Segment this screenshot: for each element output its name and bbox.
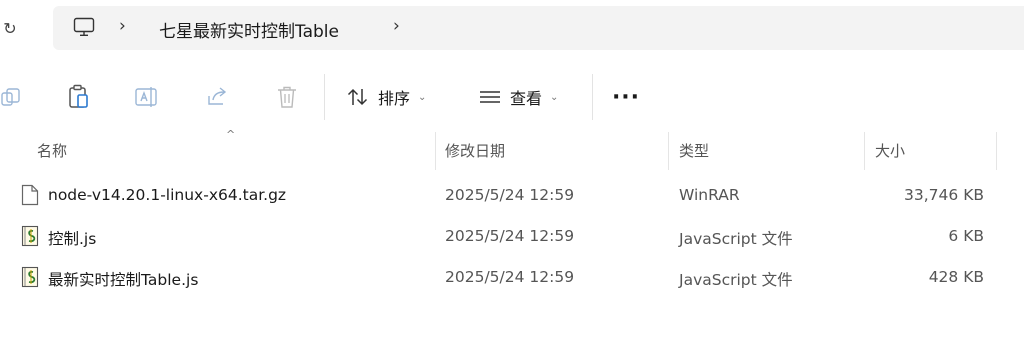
js-script-icon [21, 266, 39, 288]
column-header-date[interactable]: 修改日期 [445, 140, 505, 161]
copy-icon[interactable] [0, 79, 24, 115]
file-row[interactable]: 控制.js 2025/5/24 12:59 JavaScript 文件 6 KB [0, 217, 1024, 257]
chevron-down-icon: ⌄ [418, 91, 427, 103]
toolbar-divider [592, 74, 593, 120]
paste-icon[interactable] [64, 79, 94, 115]
sort-icon [347, 88, 368, 106]
view-icon [480, 91, 500, 103]
file-row[interactable]: node-v14.20.1-linux-x64.tar.gz 2025/5/24… [0, 176, 1024, 216]
file-row[interactable]: 最新实时控制Table.js 2025/5/24 12:59 JavaScrip… [0, 258, 1024, 298]
address-bar: ↻ › 七星最新实时控制Table › [0, 0, 1024, 60]
file-type: JavaScript 文件 [679, 230, 793, 248]
file-name: 控制.js [48, 230, 97, 248]
sort-label: 排序 [378, 89, 411, 108]
file-size: 428 KB [928, 268, 984, 286]
toolbar-divider [324, 74, 325, 120]
column-header-name[interactable]: 名称 [37, 140, 67, 161]
column-header-size[interactable]: 大小 [875, 140, 905, 161]
file-type: WinRAR [679, 186, 740, 204]
file-name: 最新实时控制Table.js [48, 271, 199, 289]
column-header-type[interactable]: 类型 [679, 140, 709, 161]
file-size: 6 KB [948, 227, 984, 245]
file-date: 2025/5/24 12:59 [445, 186, 575, 204]
chevron-down-icon: ⌄ [550, 91, 559, 103]
more-icon: ··· [611, 84, 641, 110]
column-divider[interactable] [996, 132, 997, 170]
breadcrumb-folder[interactable]: 七星最新实时控制Table [159, 17, 339, 42]
file-date: 2025/5/24 12:59 [445, 268, 575, 286]
rename-icon[interactable] [132, 79, 162, 115]
view-button[interactable]: 查看 ⌄ [478, 79, 574, 115]
breadcrumb[interactable]: › 七星最新实时控制Table › [53, 6, 1024, 50]
column-divider[interactable] [435, 132, 436, 170]
share-icon[interactable] [202, 79, 232, 115]
sort-indicator-icon: ^ [226, 128, 236, 141]
file-type: JavaScript 文件 [679, 271, 793, 289]
column-divider[interactable] [864, 132, 865, 170]
js-script-icon [21, 225, 39, 247]
file-name: node-v14.20.1-linux-x64.tar.gz [48, 186, 287, 204]
file-date: 2025/5/24 12:59 [445, 227, 575, 245]
this-pc-icon[interactable] [73, 17, 95, 41]
sort-button[interactable]: 排序 ⌄ [346, 79, 442, 115]
file-size: 33,746 KB [904, 186, 984, 204]
blank-file-icon [21, 184, 39, 206]
refresh-icon[interactable]: ↻ [0, 16, 20, 40]
column-header-row: ^ 名称 修改日期 类型 大小 [0, 128, 1024, 170]
more-options-button[interactable]: ··· [608, 79, 644, 115]
column-divider[interactable] [668, 132, 669, 170]
breadcrumb-separator-icon[interactable]: › [393, 16, 400, 36]
view-label: 查看 [510, 89, 543, 108]
delete-icon[interactable] [272, 79, 302, 115]
command-bar: 排序 ⌄ 查看 ⌄ ··· [0, 66, 1024, 128]
breadcrumb-separator-icon[interactable]: › [119, 16, 126, 36]
